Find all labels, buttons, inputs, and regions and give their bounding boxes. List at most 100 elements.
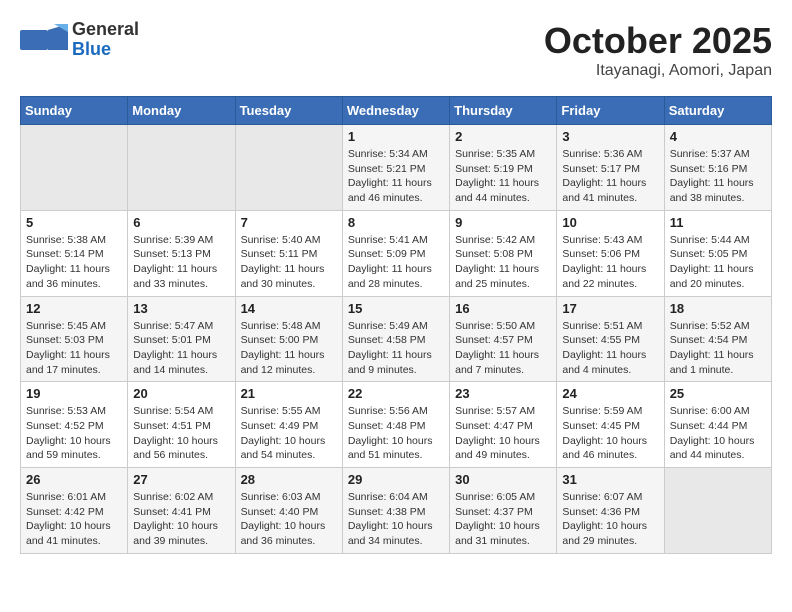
weekday-header: Saturday [664,97,771,125]
day-info: Sunrise: 5:40 AMSunset: 5:11 PMDaylight:… [241,233,337,292]
day-info: Sunrise: 5:50 AMSunset: 4:57 PMDaylight:… [455,319,551,378]
calendar-cell: 18 Sunrise: 5:52 AMSunset: 4:54 PMDayligh… [664,296,771,382]
calendar-week-row: 12 Sunrise: 5:45 AMSunset: 5:03 PMDayligh… [21,296,772,382]
weekday-header: Monday [128,97,235,125]
title-block: October 2025 Itayanagi, Aomori, Japan [544,20,772,80]
weekday-header: Wednesday [342,97,449,125]
location: Itayanagi, Aomori, Japan [544,62,772,80]
day-number: 12 [26,301,122,316]
calendar-cell: 28 Sunrise: 6:03 AMSunset: 4:40 PMDayligh… [235,468,342,554]
day-number: 14 [241,301,337,316]
calendar-cell: 6Sunrise: 5:39 AMSunset: 5:13 PMDaylight… [128,210,235,296]
calendar-cell: 3 Sunrise: 5:36 AMSunset: 5:17 PMDaylight… [557,125,664,211]
day-info: Sunrise: 6:00 AMSunset: 4:44 PMDaylight:… [670,404,766,463]
calendar-cell: 19Sunrise: 5:53 AMSunset: 4:52 PMDayligh… [21,382,128,468]
day-number: 15 [348,301,444,316]
calendar-cell: 30 Sunrise: 6:05 AMSunset: 4:37 PMDayligh… [450,468,557,554]
day-number: 16 [455,301,551,316]
calendar-cell [664,468,771,554]
calendar-week-row: 5Sunrise: 5:38 AMSunset: 5:14 PMDaylight… [21,210,772,296]
calendar-cell: 20Sunrise: 5:54 AMSunset: 4:51 PMDayligh… [128,382,235,468]
day-info: Sunrise: 5:48 AMSunset: 5:00 PMDaylight:… [241,319,337,378]
day-number: 13 [133,301,229,316]
calendar-cell [128,125,235,211]
day-info: Sunrise: 6:01 AMSunset: 4:42 PMDaylight:… [26,490,122,549]
day-number: 23 [455,386,551,401]
day-number: 4 [670,129,766,144]
calendar-cell [21,125,128,211]
day-number: 26 [26,472,122,487]
day-number: 21 [241,386,337,401]
calendar-table: SundayMondayTuesdayWednesdayThursdayFrid… [20,96,772,554]
day-info: Sunrise: 5:39 AMSunset: 5:13 PMDaylight:… [133,233,229,292]
calendar-week-row: 26 Sunrise: 6:01 AMSunset: 4:42 PMDayligh… [21,468,772,554]
day-number: 31 [562,472,658,487]
calendar-cell: 22Sunrise: 5:56 AMSunset: 4:48 PMDayligh… [342,382,449,468]
calendar-week-row: 1 Sunrise: 5:34 AMSunset: 5:21 PMDaylight… [21,125,772,211]
logo: General Blue [20,20,139,60]
day-info: Sunrise: 5:59 AMSunset: 4:45 PMDaylight:… [562,404,658,463]
day-info: Sunrise: 5:45 AMSunset: 5:03 PMDaylight:… [26,319,122,378]
day-info: Sunrise: 5:41 AMSunset: 5:09 PMDaylight:… [348,233,444,292]
day-number: 27 [133,472,229,487]
calendar-cell: 24 Sunrise: 5:59 AMSunset: 4:45 PMDayligh… [557,382,664,468]
day-number: 1 [348,129,444,144]
calendar-cell: 13 Sunrise: 5:47 AMSunset: 5:01 PMDayligh… [128,296,235,382]
day-info: Sunrise: 5:37 AMSunset: 5:16 PMDaylight:… [670,147,766,206]
weekday-header: Sunday [21,97,128,125]
day-number: 28 [241,472,337,487]
calendar-cell: 8Sunrise: 5:41 AMSunset: 5:09 PMDaylight… [342,210,449,296]
calendar-cell: 31 Sunrise: 6:07 AMSunset: 4:36 PMDayligh… [557,468,664,554]
weekday-header: Tuesday [235,97,342,125]
day-number: 5 [26,215,122,230]
day-info: Sunrise: 6:07 AMSunset: 4:36 PMDaylight:… [562,490,658,549]
calendar-cell: 12 Sunrise: 5:45 AMSunset: 5:03 PMDayligh… [21,296,128,382]
day-number: 9 [455,215,551,230]
logo-general: General [72,19,139,39]
day-info: Sunrise: 5:56 AMSunset: 4:48 PMDaylight:… [348,404,444,463]
logo-blue: Blue [72,39,111,59]
day-info: Sunrise: 5:52 AMSunset: 4:54 PMDaylight:… [670,319,766,378]
day-info: Sunrise: 5:47 AMSunset: 5:01 PMDaylight:… [133,319,229,378]
day-info: Sunrise: 6:05 AMSunset: 4:37 PMDaylight:… [455,490,551,549]
day-number: 29 [348,472,444,487]
day-info: Sunrise: 5:34 AMSunset: 5:21 PMDaylight:… [348,147,444,206]
calendar-cell: 23 Sunrise: 5:57 AMSunset: 4:47 PMDayligh… [450,382,557,468]
calendar-cell: 4 Sunrise: 5:37 AMSunset: 5:16 PMDaylight… [664,125,771,211]
calendar-cell: 7Sunrise: 5:40 AMSunset: 5:11 PMDaylight… [235,210,342,296]
day-info: Sunrise: 5:51 AMSunset: 4:55 PMDaylight:… [562,319,658,378]
day-number: 25 [670,386,766,401]
logo-icon [20,22,68,58]
day-info: Sunrise: 5:54 AMSunset: 4:51 PMDaylight:… [133,404,229,463]
day-info: Sunrise: 5:36 AMSunset: 5:17 PMDaylight:… [562,147,658,206]
day-number: 11 [670,215,766,230]
calendar-cell: 15Sunrise: 5:49 AMSunset: 4:58 PMDayligh… [342,296,449,382]
day-number: 2 [455,129,551,144]
day-info: Sunrise: 5:57 AMSunset: 4:47 PMDaylight:… [455,404,551,463]
day-number: 3 [562,129,658,144]
calendar-cell: 17Sunrise: 5:51 AMSunset: 4:55 PMDayligh… [557,296,664,382]
calendar-cell: 11Sunrise: 5:44 AMSunset: 5:05 PMDayligh… [664,210,771,296]
calendar-cell: 14 Sunrise: 5:48 AMSunset: 5:00 PMDayligh… [235,296,342,382]
weekday-header: Friday [557,97,664,125]
day-info: Sunrise: 6:04 AMSunset: 4:38 PMDaylight:… [348,490,444,549]
calendar-cell: 25 Sunrise: 6:00 AMSunset: 4:44 PMDayligh… [664,382,771,468]
weekday-header-row: SundayMondayTuesdayWednesdayThursdayFrid… [21,97,772,125]
calendar-cell: 27 Sunrise: 6:02 AMSunset: 4:41 PMDayligh… [128,468,235,554]
month-year: October 2025 [544,20,772,62]
day-info: Sunrise: 6:03 AMSunset: 4:40 PMDaylight:… [241,490,337,549]
day-number: 30 [455,472,551,487]
day-number: 18 [670,301,766,316]
calendar-cell: 16 Sunrise: 5:50 AMSunset: 4:57 PMDayligh… [450,296,557,382]
calendar-cell: 21Sunrise: 5:55 AMSunset: 4:49 PMDayligh… [235,382,342,468]
day-number: 24 [562,386,658,401]
calendar-cell: 10Sunrise: 5:43 AMSunset: 5:06 PMDayligh… [557,210,664,296]
calendar-cell [235,125,342,211]
day-info: Sunrise: 5:43 AMSunset: 5:06 PMDaylight:… [562,233,658,292]
day-info: Sunrise: 6:02 AMSunset: 4:41 PMDaylight:… [133,490,229,549]
weekday-header: Thursday [450,97,557,125]
calendar-cell: 9Sunrise: 5:42 AMSunset: 5:08 PMDaylight… [450,210,557,296]
calendar-cell: 29 Sunrise: 6:04 AMSunset: 4:38 PMDayligh… [342,468,449,554]
calendar-cell: 2Sunrise: 5:35 AMSunset: 5:19 PMDaylight… [450,125,557,211]
calendar-cell: 5Sunrise: 5:38 AMSunset: 5:14 PMDaylight… [21,210,128,296]
